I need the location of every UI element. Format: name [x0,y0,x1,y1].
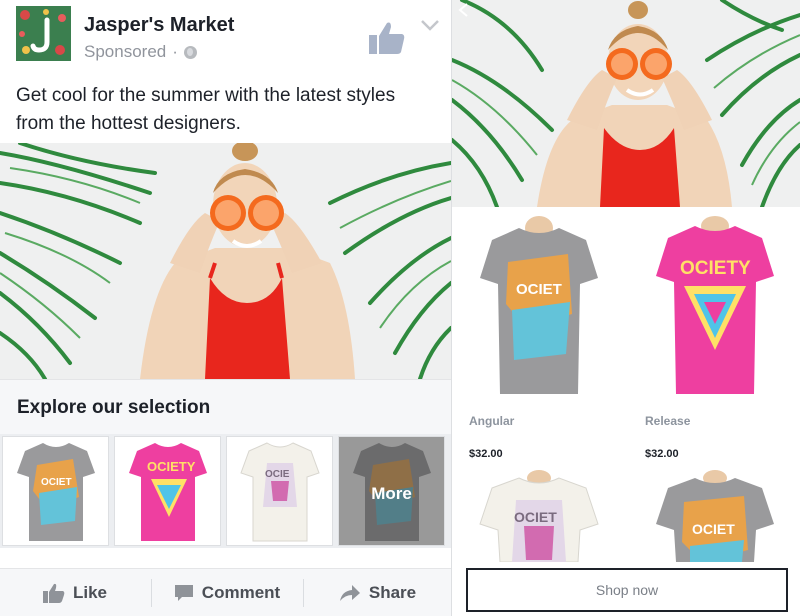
product-card[interactable]: OCIETY [640,214,790,399]
svg-text:OCIET: OCIET [692,521,735,537]
svg-text:OCIET: OCIET [514,509,557,525]
sponsored-label: Sponsored · [84,42,197,62]
canvas-hero-image[interactable] [452,0,800,207]
post-header: Jasper's Market Sponsored · [16,6,439,66]
white-tshirt-image: OCIE [227,437,332,545]
product-thumb[interactable]: OCIETY [114,436,221,546]
post-actions: Like Comment Share [0,568,451,616]
pink-tshirt-image: OCIETY [115,437,220,545]
globe-icon [183,45,197,59]
sponsored-separator: · [172,42,178,61]
product-card[interactable]: OCIET [464,470,614,562]
hero-image[interactable] [0,143,451,379]
comment-button[interactable]: Comment [152,569,302,616]
product-name: Angular [469,414,515,428]
post-message: Get cool for the summer with the latest … [16,85,396,134]
sponsored-post: Jasper's Market Sponsored · Get cool for… [0,0,452,616]
svg-text:OCIETY: OCIETY [147,459,196,474]
svg-text:OCIETY: OCIETY [680,258,751,279]
grey-tshirt-image: OCIET [464,214,614,399]
chevron-down-icon[interactable] [420,18,440,32]
page-avatar[interactable] [16,6,71,61]
shop-now-button[interactable]: Shop now [466,568,788,612]
product-carousel: OCIET OCIETY OCIE More [0,434,451,548]
grey-tshirt-image: OCIET [640,470,790,562]
svg-text:OCIET: OCIET [516,281,562,298]
more-label: More [371,484,412,503]
product-price: $32.00 [645,448,679,460]
like-label: Like [72,583,108,602]
canvas-view: OCIET Angular $32.00 OCIETY Release $32.… [452,0,800,616]
share-button[interactable]: Share [304,569,451,616]
model-with-oranges-photo [0,143,451,379]
product-price: $32.00 [469,448,503,460]
speech-bubble-icon [174,585,193,601]
explore-title: Explore our selection [17,397,211,418]
share-label: Share [368,583,417,602]
share-arrow-icon [339,585,360,601]
like-button[interactable]: Like [0,569,150,616]
pink-tshirt-image: OCIETY [640,214,790,399]
back-arrow-icon[interactable] [456,2,470,18]
product-name: Release [645,414,691,428]
more-thumb[interactable]: More [338,436,445,546]
comment-label: Comment [201,583,281,602]
svg-text:OCIE: OCIE [265,469,290,480]
thumbs-up-icon[interactable] [368,20,406,56]
sponsored-text: Sponsored [84,42,167,61]
page-name[interactable]: Jasper's Market [84,14,234,37]
grey-tshirt-image: OCIET [3,437,108,545]
jaspers-market-logo [16,6,71,61]
white-tshirt-image: OCIET [464,470,614,562]
thumbs-up-icon [42,583,65,603]
product-thumb[interactable]: OCIE [226,436,333,546]
svg-text:OCIET: OCIET [41,477,72,488]
model-with-oranges-photo [452,0,800,207]
product-card[interactable]: OCIET [640,470,790,562]
explore-bar: Explore our selection [0,379,451,434]
product-card[interactable]: OCIET [464,214,614,399]
product-thumb[interactable]: OCIET [2,436,109,546]
